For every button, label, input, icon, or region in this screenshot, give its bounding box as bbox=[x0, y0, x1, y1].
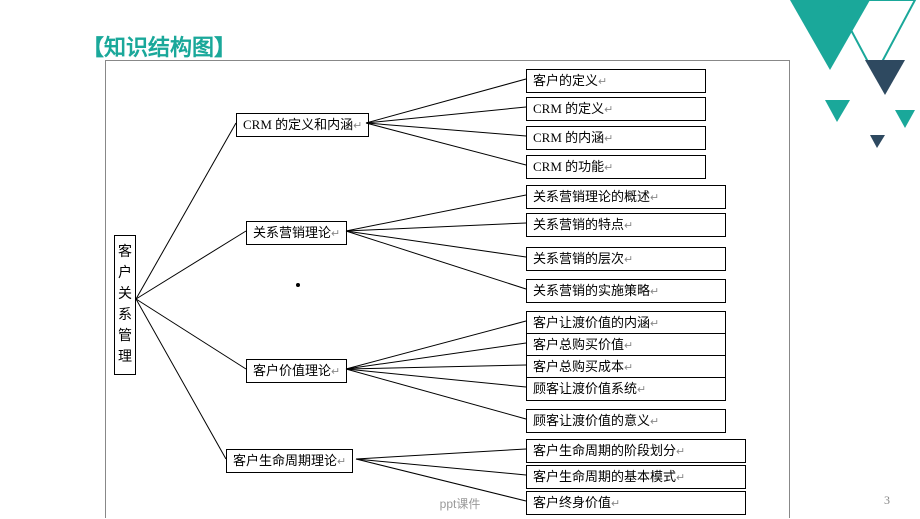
page-title: 【知识结构图】 bbox=[82, 30, 236, 62]
footer-label: ppt课件 bbox=[0, 495, 920, 512]
connector-lines bbox=[106, 61, 791, 519]
diagram-container: 客 户 关 系 管 理 CRM 的定义和内涵↵ 关系营销理论↵ 客户价值理论↵ … bbox=[105, 60, 790, 518]
page-number: 3 bbox=[884, 493, 890, 508]
